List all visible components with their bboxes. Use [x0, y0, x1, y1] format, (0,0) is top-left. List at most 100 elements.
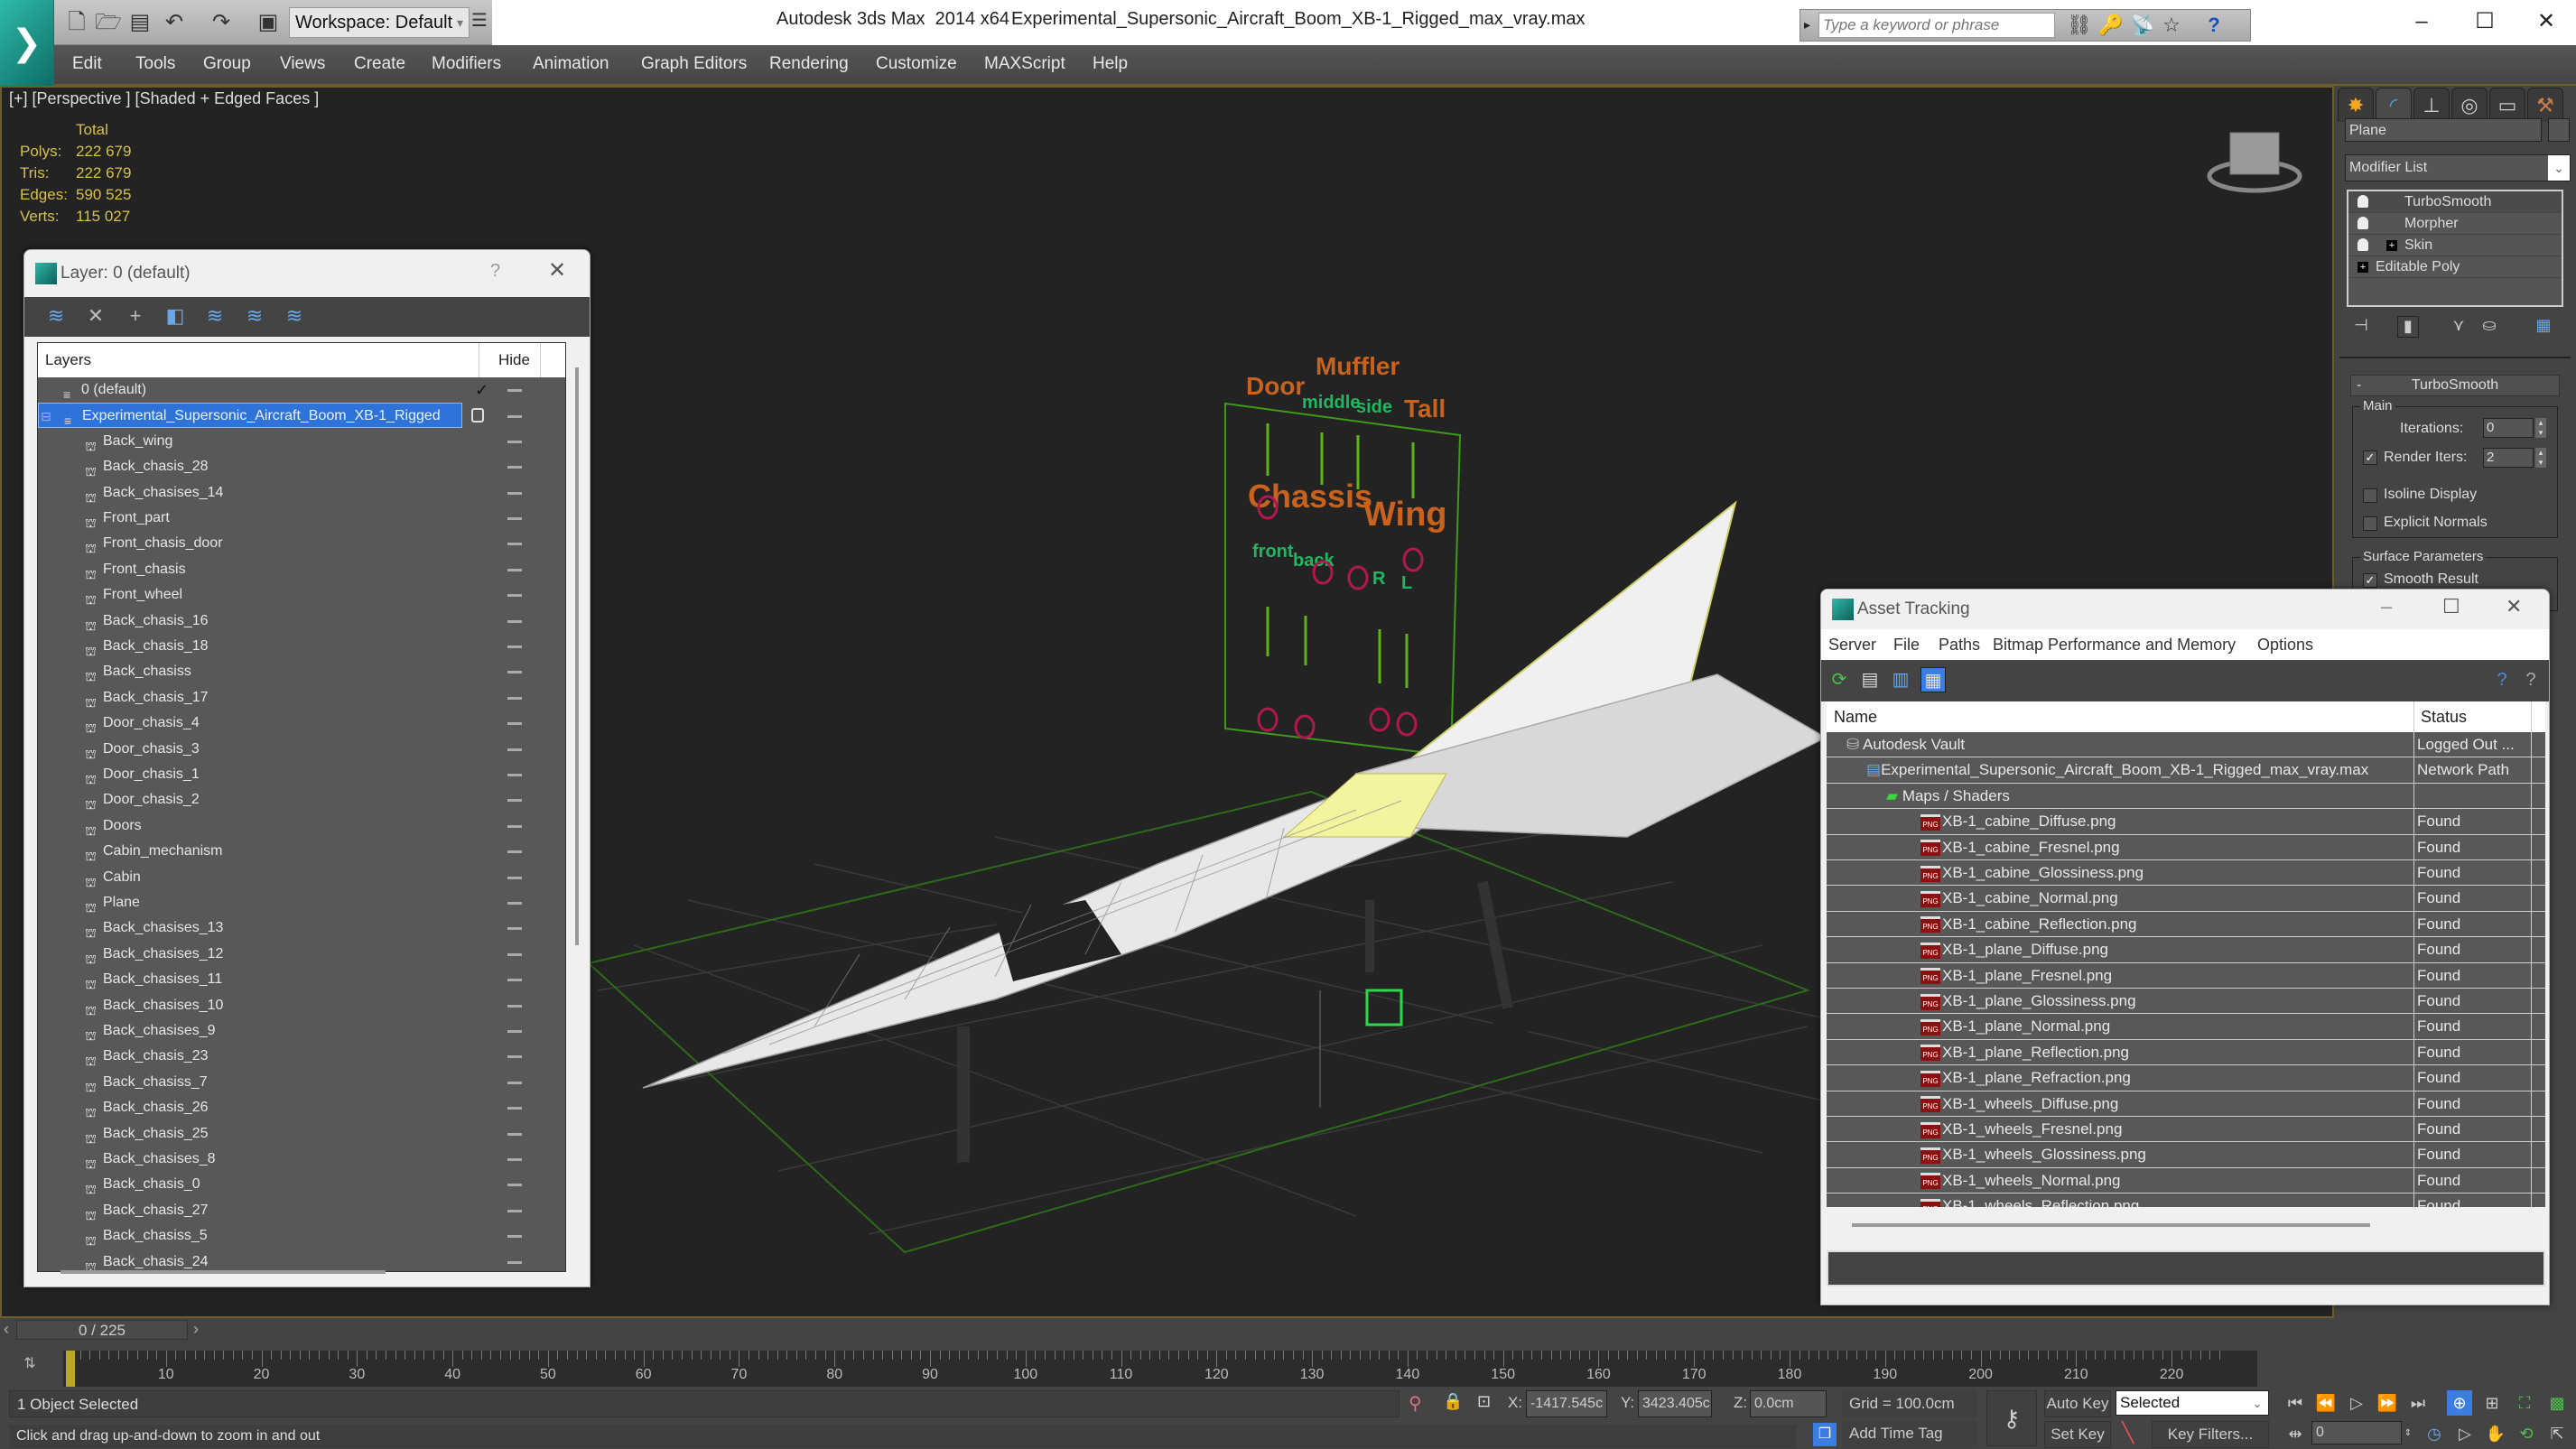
hide-toggle[interactable]	[507, 696, 522, 700]
open-file-icon[interactable]: 🗁	[95, 9, 122, 36]
help-icon[interactable]: ?	[2489, 667, 2515, 692]
menu-rendering[interactable]: Rendering	[769, 45, 849, 83]
layer-object-row[interactable]: ⛫ Back_chasis_26	[38, 1095, 565, 1120]
layer-object-row[interactable]: ⛫ Back_chasis_18	[38, 634, 565, 659]
hide-toggle[interactable]	[507, 850, 522, 854]
layer-object-row[interactable]: ⛫ Back_chasises_9	[38, 1018, 565, 1044]
key-mode-icon[interactable]: ⚷	[1986, 1390, 2037, 1446]
asset-file-row[interactable]: PNG XB-1_wheels_Glossiness.png Found	[1827, 1142, 2545, 1168]
layer-object-row[interactable]: ⛫ Cabin_mechanism	[38, 839, 565, 864]
explicit-normals-checkbox[interactable]	[2363, 516, 2377, 531]
show-end-result-icon[interactable]: ▮	[2397, 316, 2419, 338]
asset-file-row[interactable]: PNG XB-1_wheels_Diffuse.png Found	[1827, 1091, 2545, 1117]
time-tag-icon[interactable]: ❐	[1813, 1423, 1837, 1446]
lightbulb-icon[interactable]	[2357, 238, 2368, 251]
column-hide[interactable]: Hide	[498, 343, 530, 377]
lightbulb-icon[interactable]	[2357, 217, 2368, 229]
layer-horizontal-scrollbar[interactable]	[60, 1270, 386, 1274]
select-objects-icon[interactable]: ◧	[162, 302, 189, 330]
time-config-icon[interactable]: ◷	[2422, 1421, 2447, 1446]
binoculars-icon[interactable]: ⛓	[2067, 14, 2092, 37]
asset-row-maps-group[interactable]: ▰ Maps / Shaders	[1827, 784, 2545, 810]
stack-item-morpher[interactable]: Morpher	[2348, 213, 2562, 235]
key-mode-toggle-icon[interactable]: ⇹	[2283, 1421, 2308, 1446]
hide-toggle[interactable]	[507, 952, 522, 956]
current-frame-marker[interactable]	[66, 1351, 75, 1387]
toolbar-menu-icon[interactable]: ☰	[471, 9, 488, 32]
layer-object-row[interactable]: ⛫ Door_chasis_2	[38, 787, 565, 813]
menu-graph-editors[interactable]: Graph Editors	[641, 45, 747, 83]
help-button[interactable]: ?	[490, 261, 500, 282]
project-folder-icon[interactable]: ▣	[255, 9, 282, 36]
hide-toggle[interactable]	[507, 902, 522, 905]
stack-item-turbosmooth[interactable]: TurboSmooth	[2348, 191, 2562, 213]
hide-freeze-icon[interactable]: ≋	[281, 302, 308, 330]
search-input[interactable]	[1818, 13, 2055, 38]
modifier-list-dropdown[interactable]: Modifier List ⌄	[2345, 154, 2571, 181]
hide-toggle[interactable]	[507, 491, 522, 495]
redo-icon[interactable]: ↷	[208, 9, 235, 36]
auto-key-button[interactable]: Auto Key	[2044, 1390, 2111, 1417]
spinner-arrows-icon[interactable]: ▴ ▾	[2535, 448, 2546, 468]
asset-file-row[interactable]: PNG XB-1_cabine_Normal.png Found	[1827, 886, 2545, 912]
hide-toggle[interactable]	[507, 1209, 522, 1212]
layer-object-row[interactable]: ⛫ Cabin	[38, 865, 565, 890]
asset-file-row[interactable]: PNG XB-1_plane_Diffuse.png Found	[1827, 937, 2545, 963]
layer-object-row[interactable]: ⛫ Door_chasis_4	[38, 711, 565, 736]
hide-toggle[interactable]	[507, 646, 522, 648]
asset-path-field[interactable]	[1827, 1250, 2545, 1286]
layer-object-row[interactable]: ⛫ Back_chasises_13	[38, 915, 565, 941]
timeline-ruler[interactable]: 0102030405060708090100110120130140150160…	[63, 1351, 2257, 1387]
layer-object-row[interactable]: ⛫ Back_chasises_14	[38, 480, 565, 506]
spinner-arrows-icon[interactable]: ▴ ▾	[2535, 418, 2546, 438]
z-coordinate-field[interactable]: 0.0cm	[1750, 1390, 1827, 1417]
trackbar-toggle-icon[interactable]: ⇅	[16, 1354, 43, 1383]
hide-toggle[interactable]	[507, 1004, 522, 1008]
next-frame-icon[interactable]: ⏩	[2375, 1390, 2400, 1416]
make-unique-icon[interactable]: ⋎	[2448, 316, 2469, 338]
menu-group[interactable]: Group	[203, 45, 251, 83]
column-status[interactable]: Status	[2421, 701, 2467, 732]
hide-toggle[interactable]	[507, 1132, 522, 1136]
y-coordinate-field[interactable]: 3423.405c	[1638, 1390, 1712, 1417]
utilities-tab[interactable]: ⚒	[2527, 88, 2563, 122]
time-slider-label[interactable]: 0 / 225	[16, 1320, 188, 1340]
key-filters-button[interactable]: Key Filters...	[2152, 1421, 2269, 1448]
layer-row-default[interactable]: ≡ 0 (default) ✓	[38, 377, 565, 403]
hide-toggle[interactable]	[507, 389, 522, 392]
select-layer-icon[interactable]: ≋	[201, 302, 228, 330]
layer-object-row[interactable]: ⛫ Back_chasis_0	[38, 1172, 565, 1197]
display-tab[interactable]: ▭	[2489, 88, 2525, 122]
asset-horizontal-scrollbar[interactable]	[1827, 1207, 2545, 1243]
hide-toggle[interactable]	[507, 1158, 522, 1161]
selection-set-dropdown[interactable]: Selected ⌄	[2116, 1390, 2269, 1416]
hide-toggle[interactable]	[507, 440, 522, 443]
view-cube[interactable]	[2205, 124, 2304, 196]
asset-file-row[interactable]: PNG XB-1_cabine_Diffuse.png Found	[1827, 809, 2545, 835]
layer-object-row[interactable]: ⛫ Front_chasis_door	[38, 531, 565, 556]
menu-paths[interactable]: Paths	[1939, 629, 1980, 660]
menu-file[interactable]: File	[1893, 629, 1920, 660]
tree-view-icon[interactable]: ▥	[1888, 667, 1913, 692]
hide-toggle[interactable]	[507, 876, 522, 879]
layer-object-row[interactable]: ⛫ Plane	[38, 890, 565, 915]
object-name-field[interactable]: Plane	[2345, 118, 2542, 142]
layer-object-row[interactable]: ⛫ Front_chasis	[38, 557, 565, 582]
stack-item-editable-poly[interactable]: + Editable Poly	[2348, 256, 2562, 278]
zoom-extents-all-icon[interactable]: ▩	[2544, 1390, 2570, 1416]
key-tangent-icon[interactable]: ╲	[2122, 1421, 2134, 1444]
play-icon[interactable]: ▷	[2344, 1390, 2369, 1416]
menu-bitmap-performance[interactable]: Bitmap Performance and Memory	[1993, 629, 2236, 660]
time-slider[interactable]: ‹ 0 / 225 ›	[0, 1320, 2257, 1340]
delete-layer-icon[interactable]: ✕	[82, 302, 109, 330]
absolute-mode-icon[interactable]: ⊡	[1477, 1392, 1491, 1411]
hide-toggle[interactable]	[507, 543, 522, 546]
layer-object-row[interactable]: ⛫ Back_chasiss_5	[38, 1223, 565, 1249]
render-iters-spinner[interactable]: 2	[2483, 448, 2534, 468]
menu-help[interactable]: Help	[1093, 45, 1128, 83]
asset-row-max-file[interactable]: ▤Experimental_Supersonic_Aircraft_Boom_X…	[1827, 757, 2545, 784]
menu-customize[interactable]: Customize	[876, 45, 957, 83]
maximize-button[interactable]: ☐	[2442, 595, 2460, 618]
hide-toggle[interactable]	[507, 1235, 522, 1239]
column-layers[interactable]: Layers	[45, 343, 91, 377]
